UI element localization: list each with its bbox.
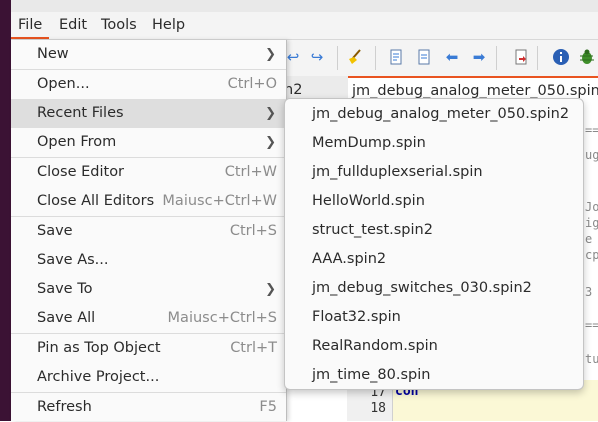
- toolbar-separator: [375, 46, 376, 70]
- menu-item-label: New: [37, 46, 69, 62]
- back-arrow-icon[interactable]: ⬅: [443, 48, 461, 66]
- menubar: File Edit Tools Help: [11, 12, 598, 40]
- chevron-right-icon: ❯: [265, 282, 276, 297]
- menu-item-label: Pin as Top Object: [37, 340, 161, 356]
- recent-file-item[interactable]: AAA.spin2: [285, 245, 583, 274]
- recent-files-submenu: jm_debug_analog_meter_050.spin2 MemDump.…: [284, 98, 584, 390]
- recent-file-label: struct_test.spin2: [312, 222, 433, 238]
- menu-item-new[interactable]: New ❯: [11, 40, 286, 69]
- shortcut-label: Ctrl+O: [227, 76, 277, 92]
- menu-tools[interactable]: Tools: [94, 12, 144, 39]
- code-peek: ===: [585, 318, 598, 332]
- menu-item-label: Close All Editors: [37, 193, 155, 209]
- broom-icon[interactable]: [346, 48, 364, 66]
- recent-file-item[interactable]: struct_test.spin2: [285, 216, 583, 245]
- menu-item-recent-files[interactable]: Recent Files ❯: [11, 99, 286, 128]
- shortcut-label: F5: [259, 399, 277, 415]
- forward-arrow-icon[interactable]: ➡: [470, 48, 488, 66]
- shortcut-label: Ctrl+W: [224, 164, 277, 180]
- menu-item-refresh[interactable]: Refresh F5: [11, 393, 286, 422]
- code-peek: igh: [585, 216, 598, 230]
- code-peek: ===: [585, 123, 598, 137]
- menu-item-label: Save All: [37, 310, 96, 326]
- chevron-right-icon: ❯: [265, 135, 276, 150]
- menu-edit[interactable]: Edit: [52, 12, 94, 39]
- menu-item-close-editor[interactable]: Close Editor Ctrl+W: [11, 158, 286, 187]
- menu-item-save-to[interactable]: Save To ❯: [11, 275, 286, 304]
- menu-item-archive-project[interactable]: Archive Project...: [11, 363, 286, 392]
- code-peek: 3 2: [585, 285, 598, 299]
- recent-file-label: HelloWorld.spin: [312, 193, 425, 209]
- toolbar-separator: [496, 46, 497, 70]
- info-icon[interactable]: [552, 48, 570, 66]
- menu-item-label: Archive Project...: [37, 369, 160, 385]
- file-menu: New ❯ Open... Ctrl+O Recent Files ❯ Open…: [11, 40, 287, 421]
- code-peek: Jo: [585, 200, 598, 214]
- doc-out-icon[interactable]: [415, 48, 433, 66]
- toolbar: ↩ ↪ ⬅ ➡: [286, 40, 598, 77]
- menu-item-label: Open...: [37, 76, 90, 92]
- recent-file-item[interactable]: HelloWorld.spin: [285, 187, 583, 216]
- recent-file-item[interactable]: jm_time_80.spin: [285, 361, 583, 390]
- recent-file-item[interactable]: jm_debug_switches_030.spin2: [285, 274, 583, 303]
- code-peek: e b: [585, 232, 598, 246]
- recent-file-item[interactable]: Float32.spin: [285, 303, 583, 332]
- menu-item-save[interactable]: Save Ctrl+S: [11, 217, 286, 246]
- recent-file-label: jm_debug_switches_030.spin2: [312, 280, 532, 296]
- recent-file-item[interactable]: MemDump.spin: [285, 129, 583, 158]
- menu-item-label: Refresh: [37, 399, 92, 415]
- recent-file-label: AAA.spin2: [312, 251, 387, 267]
- code-peek: ug: [585, 148, 598, 162]
- menu-item-label: Open From: [37, 134, 117, 150]
- recent-file-label: MemDump.spin: [312, 135, 426, 151]
- shortcut-label: Ctrl+S: [229, 223, 277, 239]
- line-number: 18: [370, 401, 386, 416]
- chevron-right-icon: ❯: [265, 106, 276, 121]
- code-peek: tur: [585, 352, 598, 366]
- bug-icon[interactable]: [578, 48, 596, 66]
- code-peek: cpl: [585, 248, 598, 262]
- menu-item-open[interactable]: Open... Ctrl+O: [11, 70, 286, 99]
- recent-file-label: jm_fullduplexserial.spin: [312, 164, 483, 180]
- menu-item-label: Recent Files: [37, 105, 124, 121]
- toolbar-separator: [537, 46, 538, 70]
- menu-item-close-all-editors[interactable]: Close All Editors Maiusc+Ctrl+W: [11, 187, 286, 216]
- redo-arrow-icon[interactable]: ↪: [308, 48, 326, 66]
- menu-item-open-from[interactable]: Open From ❯: [11, 128, 286, 157]
- toolbar-separator: [337, 46, 338, 70]
- menu-item-label: Save As...: [37, 252, 109, 268]
- recent-file-label: RealRandom.spin: [312, 338, 438, 354]
- recent-file-label: jm_time_80.spin: [312, 367, 431, 383]
- export-icon[interactable]: [512, 48, 530, 66]
- menu-item-pin-top-object[interactable]: Pin as Top Object Ctrl+T: [11, 334, 286, 363]
- menu-help[interactable]: Help: [145, 12, 192, 39]
- shortcut-label: Maiusc+Ctrl+W: [162, 193, 277, 209]
- shortcut-label: Maiusc+Ctrl+S: [167, 310, 277, 326]
- desktop-edge: [0, 0, 11, 421]
- menu-item-save-all[interactable]: Save All Maiusc+Ctrl+S: [11, 304, 286, 333]
- menu-file[interactable]: File: [11, 12, 50, 39]
- menu-item-label: Save To: [37, 281, 93, 297]
- recent-file-label: Float32.spin: [312, 309, 401, 325]
- recent-file-label: jm_debug_analog_meter_050.spin2: [312, 106, 570, 122]
- doc-in-icon[interactable]: [387, 48, 405, 66]
- menu-item-save-as[interactable]: Save As...: [11, 246, 286, 275]
- shortcut-label: Ctrl+T: [230, 340, 277, 356]
- recent-file-item[interactable]: RealRandom.spin: [285, 332, 583, 361]
- recent-file-item[interactable]: jm_fullduplexserial.spin: [285, 158, 583, 187]
- recent-file-item[interactable]: jm_debug_analog_meter_050.spin2: [285, 100, 583, 129]
- menu-item-label: Close Editor: [37, 164, 125, 180]
- chevron-right-icon: ❯: [265, 47, 276, 62]
- menu-item-label: Save: [37, 223, 73, 239]
